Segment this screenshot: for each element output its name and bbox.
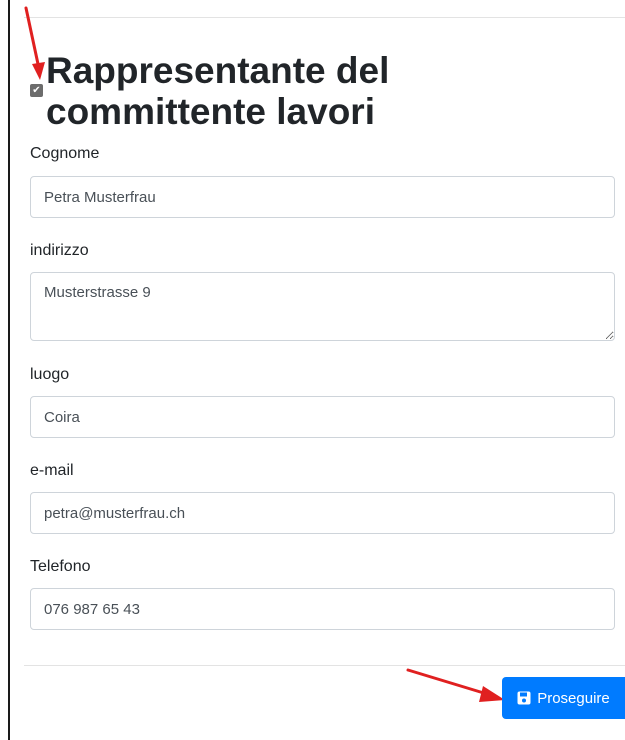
bottom-divider	[24, 665, 625, 666]
save-icon	[517, 691, 531, 705]
cognome-input[interactable]	[30, 176, 615, 218]
telefono-input[interactable]	[30, 588, 615, 630]
left-border-line	[8, 0, 10, 740]
annotation-arrow-button	[406, 668, 505, 702]
proseguire-label: Proseguire	[537, 689, 610, 707]
section-title: Rappresentante del committente lavori	[46, 50, 390, 132]
representative-checkbox[interactable]: ✔	[30, 84, 43, 97]
cognome-label: Cognome	[30, 145, 100, 162]
luogo-label: luogo	[30, 366, 70, 383]
proseguire-button[interactable]: Proseguire	[502, 677, 625, 719]
luogo-input[interactable]	[30, 396, 615, 438]
email-input[interactable]	[30, 492, 615, 534]
indirizzo-textarea[interactable]: Musterstrasse 9	[30, 272, 615, 341]
top-divider	[24, 17, 625, 18]
telefono-label: Telefono	[30, 558, 91, 575]
email-label: e-mail	[30, 462, 74, 479]
indirizzo-label: indirizzo	[30, 242, 89, 259]
